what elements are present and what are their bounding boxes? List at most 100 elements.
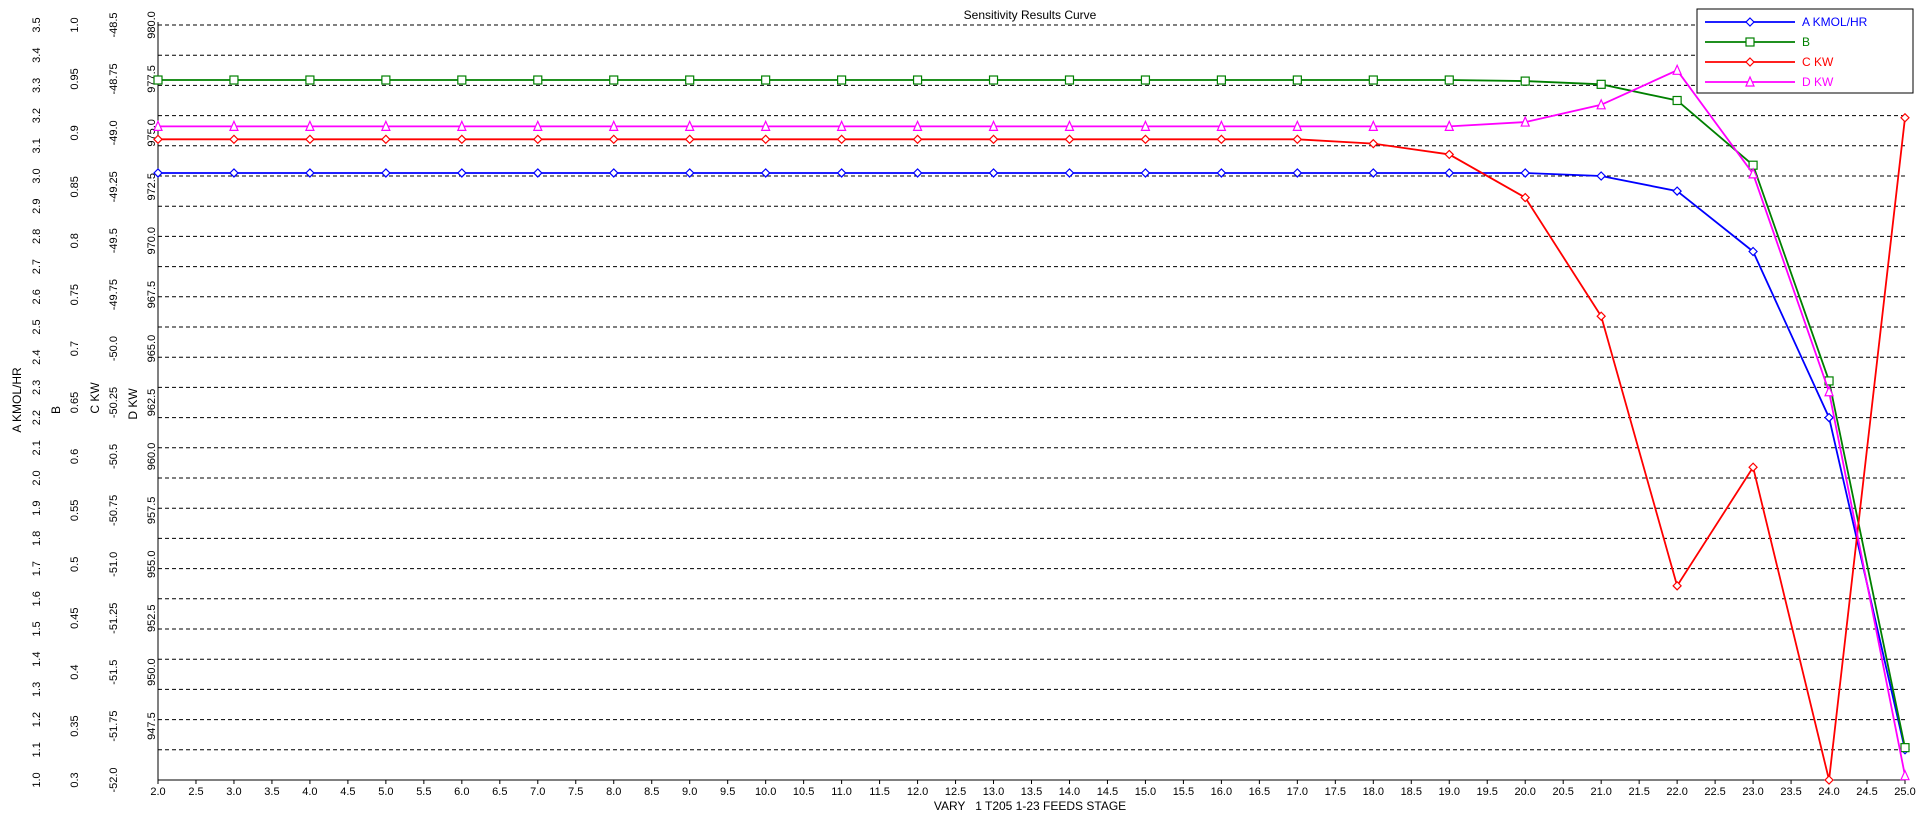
data-point xyxy=(912,75,923,85)
y-tick-label: -50.5 xyxy=(108,444,120,469)
y-tick-label: 0.35 xyxy=(69,715,81,736)
data-point xyxy=(988,75,999,85)
legend-label: A KMOL/HR xyxy=(1802,15,1868,29)
legend-marker xyxy=(1745,37,1755,47)
x-tick-label: 23.0 xyxy=(1742,786,1763,798)
data-point xyxy=(1140,75,1151,85)
data-point xyxy=(1368,75,1378,85)
x-tick-label: 4.0 xyxy=(302,786,317,798)
x-tick-label: 16.5 xyxy=(1249,786,1270,798)
x-tick-label: 19.5 xyxy=(1477,786,1498,798)
data-point xyxy=(229,75,239,85)
y-tick-label: -48.75 xyxy=(108,63,120,94)
y-tick-label: 947.5 xyxy=(146,712,158,740)
y-tick-label: 1.0 xyxy=(69,17,81,32)
x-tick-label: 17.5 xyxy=(1325,786,1346,798)
y-tick-label: 2.1 xyxy=(31,440,43,455)
y-tick-label: 0.85 xyxy=(69,176,81,197)
y-tick-label: 2.6 xyxy=(31,289,43,304)
y-tick-label: 0.75 xyxy=(69,284,81,305)
y-tick-label: -49.5 xyxy=(108,228,120,253)
y-tick-label: 2.5 xyxy=(31,319,43,334)
y-tick-label: 0.65 xyxy=(69,392,81,413)
y-axis-title: C KW xyxy=(88,382,102,414)
y-tick-label: 1.9 xyxy=(31,501,43,516)
x-tick-label: 15.0 xyxy=(1135,786,1156,798)
x-tick-label: 6.0 xyxy=(454,786,469,798)
x-tick-label: 4.5 xyxy=(340,786,355,798)
y-tick-label: 1.8 xyxy=(31,531,43,546)
y-tick-label: 1.6 xyxy=(31,591,43,606)
y-tick-label: -49.0 xyxy=(108,120,120,145)
y-tick-label: -51.25 xyxy=(108,603,120,634)
x-tick-label: 8.0 xyxy=(606,786,621,798)
x-tick-label: 11.0 xyxy=(831,786,852,798)
y-tick-label: 3.2 xyxy=(31,108,43,123)
y-tick-label: 3.3 xyxy=(31,78,43,93)
y-tick-label: -50.25 xyxy=(108,387,120,418)
y-tick-label: 967.5 xyxy=(146,281,158,309)
data-point xyxy=(1444,75,1454,85)
x-tick-label: 9.5 xyxy=(720,786,735,798)
y-tick-label: 1.1 xyxy=(31,742,43,757)
y-tick-label: 1.7 xyxy=(31,561,43,576)
data-point xyxy=(1216,75,1226,85)
x-tick-label: 13.5 xyxy=(1021,786,1042,798)
data-point xyxy=(305,75,315,85)
x-tick-label: 7.5 xyxy=(568,786,583,798)
x-tick-label: 20.0 xyxy=(1515,786,1536,798)
x-tick-label: 18.5 xyxy=(1401,786,1422,798)
y-tick-label: 1.3 xyxy=(31,682,43,697)
y-axis-title: B xyxy=(49,406,63,414)
y-tick-label: 972.5 xyxy=(146,173,158,201)
x-tick-label: 22.0 xyxy=(1666,786,1687,798)
y-tick-label: 2.8 xyxy=(31,229,43,244)
y-tick-label: 950.0 xyxy=(146,658,158,686)
data-point xyxy=(1672,95,1682,106)
x-tick-label: 7.0 xyxy=(530,786,545,798)
data-point xyxy=(761,75,771,85)
y-tick-label: 965.0 xyxy=(146,335,158,363)
x-tick-label: 11.5 xyxy=(869,786,890,798)
y-tick-label: 2.3 xyxy=(31,380,43,395)
data-point xyxy=(1520,76,1530,86)
x-tick-label: 18.0 xyxy=(1363,786,1384,798)
y-tick-label: 970.0 xyxy=(146,227,158,255)
legend-label: B xyxy=(1802,35,1810,49)
y-tick-label: -52.0 xyxy=(108,767,120,792)
data-point xyxy=(153,75,163,85)
y-tick-label: 2.2 xyxy=(31,410,43,425)
y-tick-label: 0.4 xyxy=(69,664,81,679)
data-point xyxy=(1596,79,1606,89)
y-tick-label: 1.0 xyxy=(31,772,43,787)
x-tick-label: 3.0 xyxy=(226,786,241,798)
y-tick-label: -48.5 xyxy=(108,12,120,37)
x-tick-label: 3.5 xyxy=(264,786,279,798)
x-tick-label: 15.5 xyxy=(1173,786,1194,798)
y-tick-label: 957.5 xyxy=(146,497,158,525)
x-tick-label: 2.0 xyxy=(150,786,165,798)
y-tick-label: 2.4 xyxy=(31,350,43,365)
data-point xyxy=(837,75,847,85)
x-tick-label: 9.0 xyxy=(682,786,697,798)
legend[interactable]: A KMOL/HR B C KW D KW xyxy=(1696,8,1914,94)
x-axis-label: VARY 1 T205 1-23 FEEDS STAGE xyxy=(934,799,1126,813)
x-tick-label: 8.5 xyxy=(644,786,659,798)
data-point xyxy=(1292,75,1302,85)
legend-label: D KW xyxy=(1802,75,1834,89)
x-tick-label: 21.0 xyxy=(1590,786,1611,798)
y-tick-label: 0.7 xyxy=(69,341,81,356)
y-tick-label: 2.7 xyxy=(31,259,43,274)
y-axis-title: A KMOL/HR xyxy=(10,367,24,433)
data-point xyxy=(1900,743,1910,753)
y-tick-label: 0.6 xyxy=(69,449,81,464)
data-point xyxy=(1064,75,1075,85)
y-tick-label: 980.0 xyxy=(146,11,158,39)
y-tick-label: 975.0 xyxy=(146,119,158,147)
y-tick-label: -49.25 xyxy=(108,171,120,202)
y-axis-title: D KW xyxy=(126,388,140,420)
y-tick-label: -51.75 xyxy=(108,710,120,741)
x-tick-label: 10.5 xyxy=(793,786,814,798)
x-tick-label: 2.5 xyxy=(188,786,203,798)
x-tick-label: 13.0 xyxy=(983,786,1004,798)
